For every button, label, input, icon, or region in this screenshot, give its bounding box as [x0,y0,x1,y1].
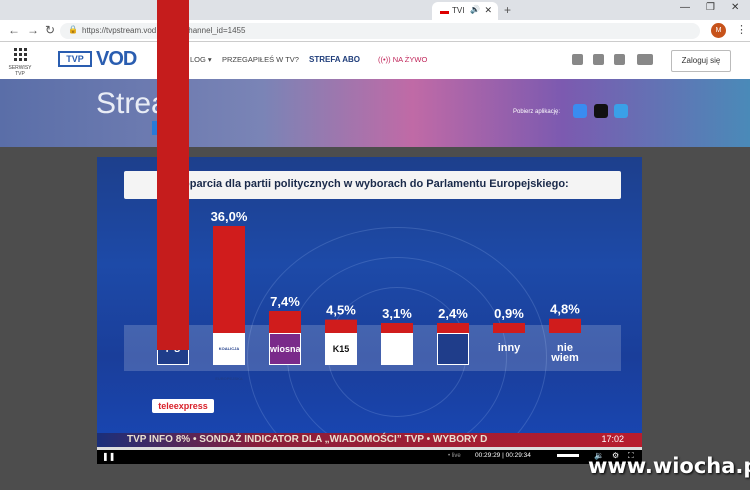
chart-value-label: 3,1% [382,306,412,321]
login-button[interactable]: Zaloguj się [671,50,731,72]
apps-label: Pobierz aplikację: [513,109,561,115]
party-logo [437,333,469,365]
party-logo [381,333,413,365]
chart-bar [493,323,525,333]
category-label: inny [497,342,521,354]
chart-bar-pis [157,0,189,350]
progress-bar[interactable] [97,447,642,450]
browser-tabstrip: TVI 🔊 ✕ + — ❐ ✕ [0,0,750,20]
services-menu[interactable]: SERWISY TVP [6,48,34,77]
profile-avatar[interactable]: M [711,23,726,38]
chart-value-label: 2,4% [438,306,468,321]
tvp-logo[interactable]: TVP [58,51,92,67]
player-controls: ❚❚ • live 00:29:29 | 00:29:34 🔉 ⚙ ⛶ [97,447,642,464]
nav-na-zywo[interactable]: ((•)) NA ŻYWO [378,55,427,64]
apps-grid-icon [13,48,27,61]
reload-icon[interactable]: ↻ [45,23,55,37]
tvp-favicon-icon [440,7,449,14]
chart-value-label: 36,0% [211,209,248,224]
windows-store-icon[interactable] [614,104,628,118]
address-bar[interactable]: 🔒 https://tvpstream.vod.tvp.pl/?channel_… [60,23,700,39]
back-icon[interactable]: ← [8,23,20,37]
ticker-text: TVP INFO 8% • SONDAŻ INDICATOR DLA „WIAD… [127,434,488,445]
close-window-icon[interactable]: ✕ [731,2,739,13]
chart-bar [269,311,301,333]
browser-toolbar: ← → ↻ 🔒 https://tvpstream.vod.tvp.pl/?ch… [0,20,750,42]
time-display: 00:29:29 | 00:29:34 [475,452,531,459]
chart-value-label: 7,4% [270,294,300,309]
forward-icon[interactable]: → [27,23,39,37]
site-header: SERWISY TVP TVP VOD LOG ▾ PRZEGAPIŁEŚ W … [0,42,750,79]
chart-value-label: 4,5% [326,303,356,318]
news-ticker: TVP INFO 8% • SONDAŻ INDICATOR DLA „WIAD… [97,433,642,447]
teleexpress-badge: teleexpress [152,399,214,413]
google-play-icon[interactable] [594,104,608,118]
pause-icon[interactable]: ❚❚ [102,452,115,461]
party-logo: wiosna [269,333,301,365]
chart-bar [437,323,469,333]
app-store-icon[interactable] [573,104,587,118]
ticker-time: 17:02 [601,434,624,444]
party-logo: K15 [325,333,357,365]
services-label: SERWISY TVP [8,65,32,77]
nav-przegapiles[interactable]: PRZEGAPIŁEŚ W TV? [222,55,299,64]
tab-title: TVI [452,6,465,15]
vod-logo[interactable]: VOD [96,48,137,71]
youtube-icon[interactable] [637,54,653,65]
facebook-icon[interactable] [572,54,583,65]
chart-bar [549,318,581,333]
watermark: www.wiocha.pl [588,454,750,478]
chart-bar [381,323,413,333]
chart-bar [325,319,357,333]
maximize-icon[interactable]: ❐ [706,2,715,13]
live-label[interactable]: • live [448,453,461,459]
category-label: nie wiem [551,342,579,364]
close-tab-icon[interactable]: ✕ [484,5,492,16]
chart-bar [213,226,245,333]
volume-slider[interactable] [557,454,579,457]
lock-icon: 🔒 [68,25,78,34]
instagram-icon[interactable] [593,54,604,65]
twitter-icon[interactable] [614,54,625,65]
chart-value-label: 0,9% [494,306,524,321]
nav-catalog[interactable]: LOG ▾ [190,55,212,64]
nav-strefa-abo[interactable]: STREFA ABO [309,55,360,64]
browser-tab[interactable]: TVI 🔊 ✕ [432,2,498,20]
minimize-icon[interactable]: — [680,2,690,13]
speaker-icon[interactable]: 🔊 [470,5,480,14]
menu-icon[interactable]: ⋮ [736,23,747,36]
party-logo: KOALICJA EUROPEJSKA [213,333,245,381]
stream-banner: Strea Pobierz aplikację: [0,79,750,147]
chart-value-label: 4,8% [550,302,580,317]
new-tab-icon[interactable]: + [504,3,511,17]
